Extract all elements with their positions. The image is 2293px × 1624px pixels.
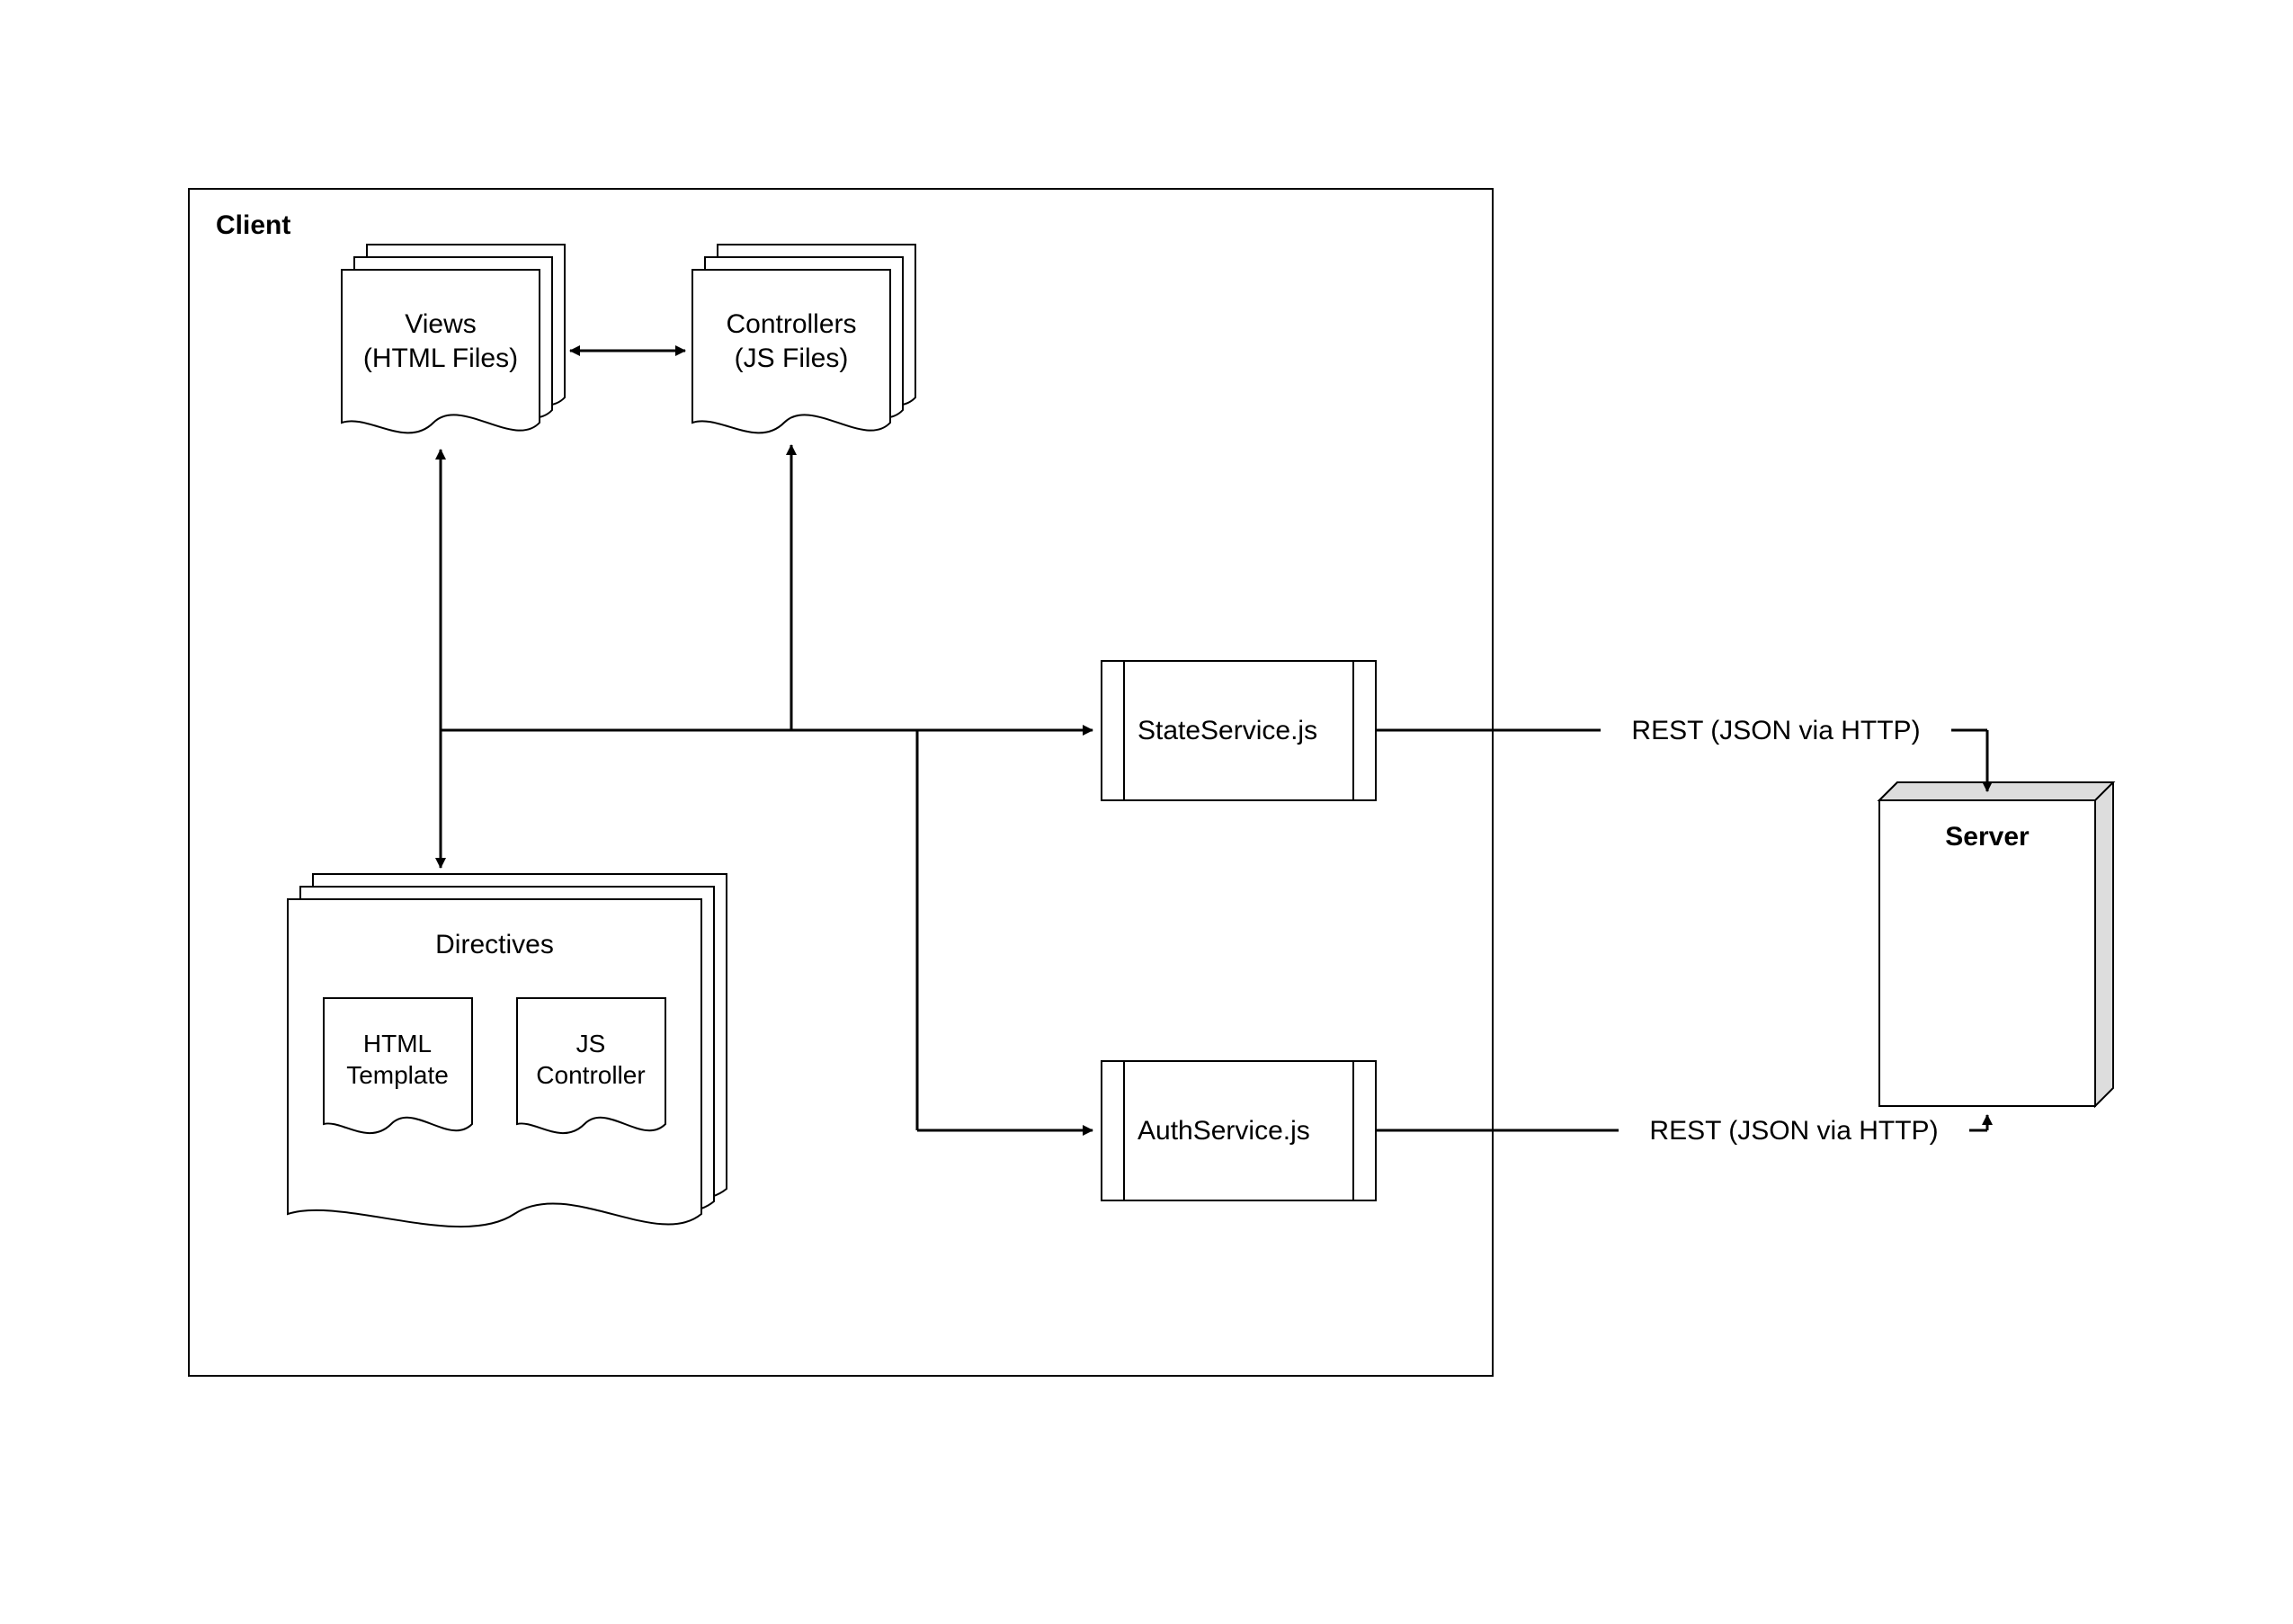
server-title: Server <box>1945 822 2030 852</box>
client-title: Client <box>216 210 290 240</box>
views-stack: Views (HTML Files) <box>342 245 565 433</box>
auth-service-label: AuthService.js <box>1138 1116 1310 1146</box>
controllers-label-line2: (JS Files) <box>735 344 849 373</box>
auth-service-component: AuthService.js <box>1102 1061 1376 1200</box>
views-label-line2: (HTML Files) <box>363 344 518 373</box>
js-controller-line2: Controller <box>536 1061 645 1089</box>
state-service-component: StateService.js <box>1102 661 1376 800</box>
directives-stack: Directives HTML Template JS Controller <box>288 874 727 1227</box>
diagram-svg: Client Views (HTML Files) Controllers (J… <box>0 0 2293 1624</box>
architecture-diagram: Client Views (HTML Files) Controllers (J… <box>0 0 2293 1624</box>
views-label-line1: Views <box>405 309 476 339</box>
controllers-stack: Controllers (JS Files) <box>692 245 915 433</box>
rest-label-2: REST (JSON via HTTP) <box>1649 1116 1938 1146</box>
state-service-label: StateService.js <box>1138 716 1317 745</box>
html-template-line2: Template <box>346 1061 449 1089</box>
server-box: Server <box>1879 782 2113 1106</box>
js-controller-line1: JS <box>576 1030 606 1057</box>
controllers-label-line1: Controllers <box>726 309 856 339</box>
html-template-line1: HTML <box>363 1030 432 1057</box>
directives-title: Directives <box>435 930 554 959</box>
rest-label-1: REST (JSON via HTTP) <box>1631 716 1920 745</box>
